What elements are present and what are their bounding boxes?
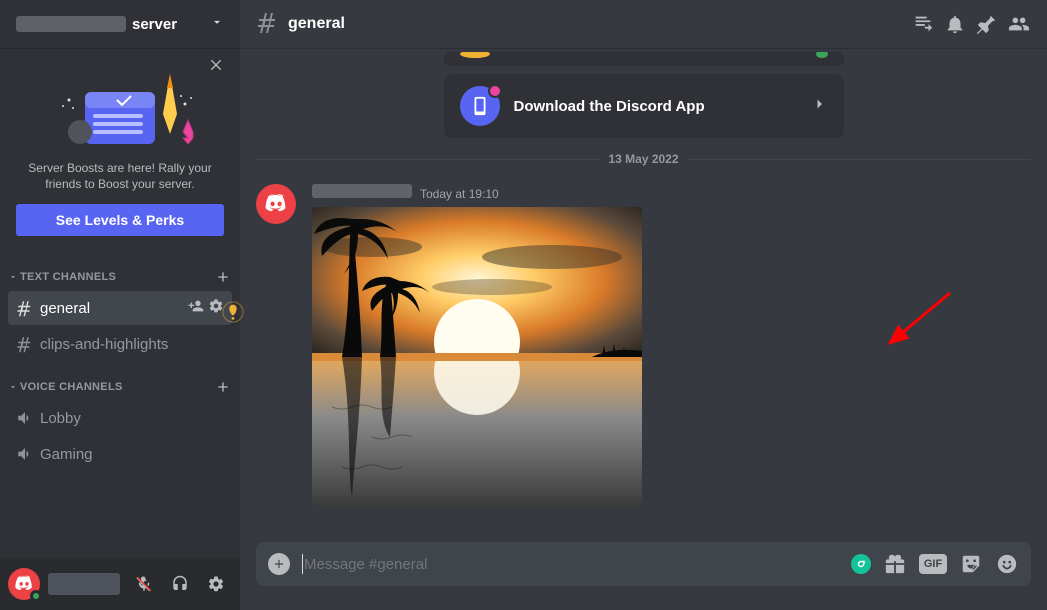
server-name-suffix: server xyxy=(132,16,177,33)
text-channels-label: TEXT CHANNELS xyxy=(20,271,116,283)
app-icon xyxy=(460,86,500,126)
hash-icon xyxy=(16,299,34,317)
threads-icon[interactable] xyxy=(911,12,935,36)
mute-icon[interactable] xyxy=(128,568,160,600)
user-panel xyxy=(0,558,240,610)
user-settings-icon[interactable] xyxy=(200,568,232,600)
message-input-placeholder: Message #general xyxy=(304,556,427,573)
voice-channels-header[interactable]: VOICE CHANNELS xyxy=(0,362,240,400)
members-icon[interactable] xyxy=(1007,12,1031,36)
channel-title: general xyxy=(288,15,345,33)
pinned-icon[interactable] xyxy=(975,12,999,36)
chat-main: general Download the Discord xyxy=(240,0,1047,610)
text-channels-header[interactable]: TEXT CHANNELS xyxy=(0,252,240,290)
card-partial[interactable] xyxy=(444,52,844,66)
hash-icon xyxy=(256,10,280,39)
channel-clips-and-highlights[interactable]: clips-and-highlights xyxy=(8,327,232,361)
server-name-redacted xyxy=(16,16,126,32)
invite-icon[interactable] xyxy=(188,298,204,318)
gif-button[interactable]: GIF xyxy=(919,554,947,574)
deafen-icon[interactable] xyxy=(164,568,196,600)
notifications-icon[interactable] xyxy=(943,12,967,36)
boost-description: Server Boosts are here! Rally your frien… xyxy=(16,160,224,192)
channel-name: general xyxy=(40,300,90,317)
server-sidebar: server xyxy=(0,0,240,610)
user-avatar[interactable] xyxy=(8,568,40,600)
message-input[interactable]: Message #general xyxy=(302,554,839,574)
chat-body: Download the Discord App 13 May 2022 Tod… xyxy=(240,48,1047,542)
composer: Message #general GIF xyxy=(240,542,1047,610)
channel-general[interactable]: general xyxy=(8,291,232,325)
date-divider: 13 May 2022 xyxy=(256,152,1031,166)
message-author-redacted xyxy=(312,184,412,198)
add-channel-icon[interactable] xyxy=(214,268,232,286)
chevron-down-icon xyxy=(210,15,224,34)
server-header[interactable]: server xyxy=(0,0,240,48)
voice-channel-lobby[interactable]: Lobby xyxy=(8,401,232,435)
download-app-label: Download the Discord App xyxy=(514,98,796,115)
status-online-icon xyxy=(30,590,42,602)
chat-header: general xyxy=(240,0,1047,48)
message-avatar[interactable] xyxy=(256,184,296,224)
chevron-right-icon xyxy=(810,95,828,118)
emoji-icon[interactable] xyxy=(995,552,1019,576)
boost-button[interactable]: See Levels & Perks xyxy=(16,204,224,236)
message-timestamp: Today at 19:10 xyxy=(420,187,499,201)
hash-icon xyxy=(16,335,34,353)
username-redacted xyxy=(48,573,120,595)
message-attachment-image[interactable] xyxy=(312,207,642,507)
speaker-icon xyxy=(16,445,34,463)
attach-icon[interactable] xyxy=(268,553,290,575)
download-app-card[interactable]: Download the Discord App xyxy=(444,74,844,138)
sticker-icon[interactable] xyxy=(959,552,983,576)
grammarly-icon[interactable] xyxy=(851,554,871,574)
channel-name: Gaming xyxy=(40,446,93,463)
add-voice-channel-icon[interactable] xyxy=(214,378,232,396)
ping-badge-icon xyxy=(488,84,502,98)
message: Today at 19:10 xyxy=(240,180,1047,511)
composer-inner[interactable]: Message #general GIF xyxy=(256,542,1031,586)
voice-channels-label: VOICE CHANNELS xyxy=(20,381,123,393)
close-icon[interactable] xyxy=(208,56,224,77)
boost-card: Server Boosts are here! Rally your frien… xyxy=(8,48,232,252)
voice-channel-gaming[interactable]: Gaming xyxy=(8,437,232,471)
channel-name: Lobby xyxy=(40,410,81,427)
boost-art xyxy=(16,64,224,154)
date-divider-label: 13 May 2022 xyxy=(608,152,678,166)
gift-icon[interactable] xyxy=(883,552,907,576)
channel-name: clips-and-highlights xyxy=(40,336,168,353)
speaker-icon xyxy=(16,409,34,427)
